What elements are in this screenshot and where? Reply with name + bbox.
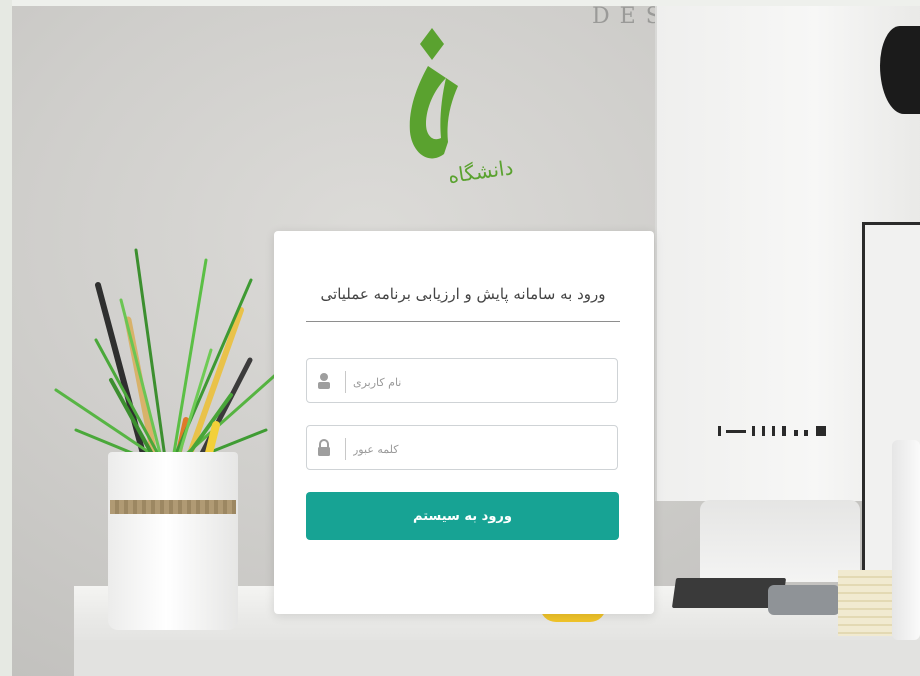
username-input[interactable] — [351, 367, 605, 397]
wall-ornament — [718, 426, 853, 436]
title-divider — [306, 321, 620, 322]
login-card: ورود به سامانه پایش و ارزیابی برنامه عمل… — [274, 231, 654, 614]
desk-edge — [74, 640, 920, 676]
user-icon — [318, 373, 330, 389]
svg-text:دانشگاه: دانشگاه — [446, 155, 514, 184]
password-field[interactable] — [306, 425, 618, 470]
username-field[interactable] — [306, 358, 618, 403]
password-input[interactable] — [351, 434, 605, 464]
plant-icon — [54, 248, 283, 469]
pot-rope — [110, 500, 236, 514]
field-separator — [345, 438, 346, 460]
login-title: ورود به سامانه پایش و ارزیابی برنامه عمل… — [320, 285, 606, 303]
mouse — [768, 585, 840, 615]
field-separator — [345, 371, 346, 393]
monitor-stand — [700, 500, 860, 582]
glass-jar — [892, 440, 920, 640]
university-logo-icon: دانشگاه — [409, 28, 515, 184]
lock-icon — [318, 439, 330, 456]
photo-border-left — [0, 0, 12, 676]
plant-pot — [108, 452, 238, 630]
login-button[interactable]: ورود به سیستم — [306, 492, 619, 540]
